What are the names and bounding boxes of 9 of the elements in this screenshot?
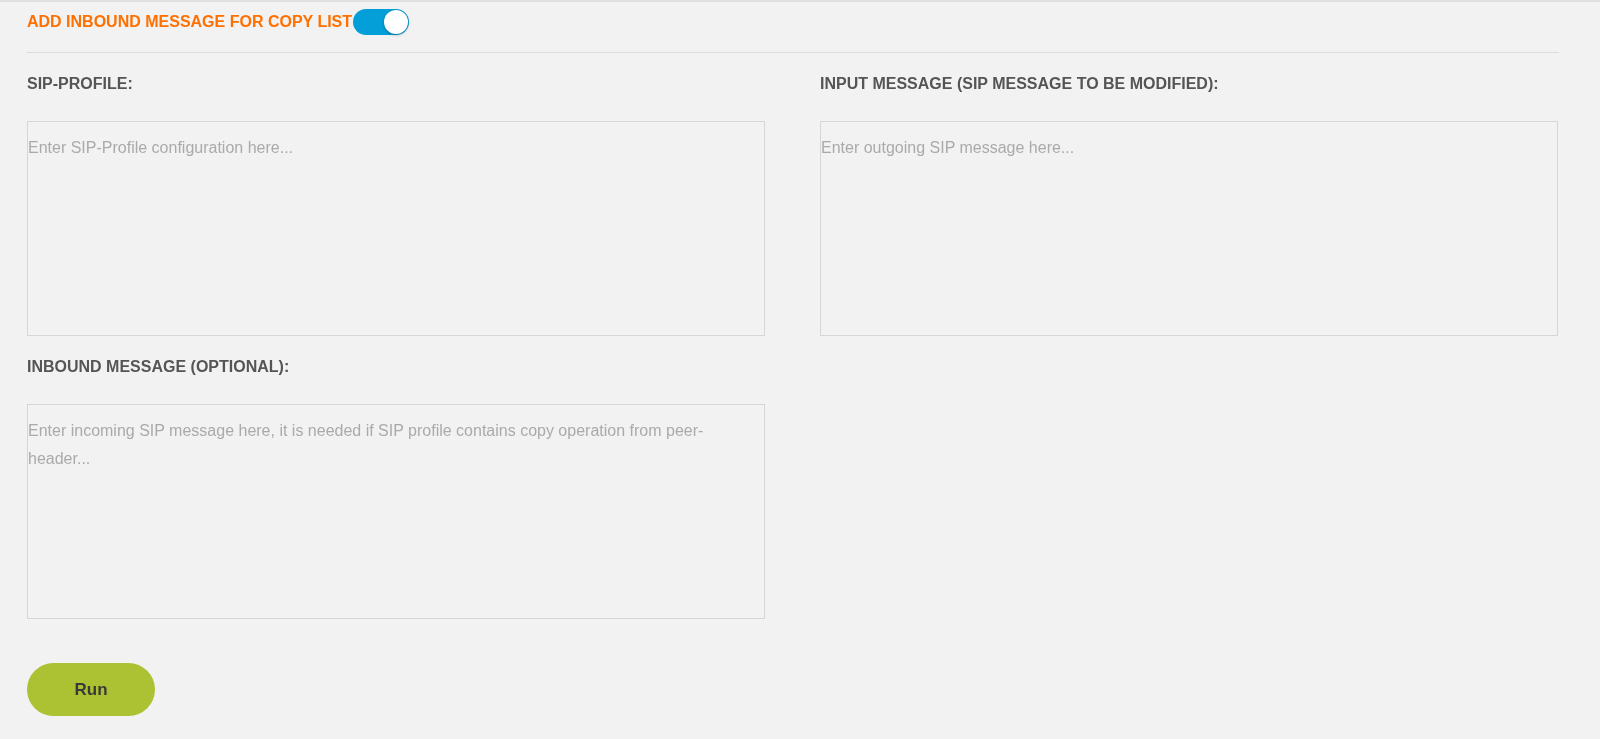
- input-field[interactable]: Enter SIP-Profile configuration here...: [27, 121, 765, 336]
- input-field[interactable]: Enter incoming SIP message here, it is needed if SIP profile contains copy operation from peer-header...: [27, 404, 765, 619]
- field-label: INPUT MESSAGE (SIP MESSAGE TO BE MODIFIED):: [820, 75, 1220, 93]
- input-field[interactable]: Enter outgoing SIP message here...: [820, 121, 1558, 336]
- toggle-switch[interactable]: [353, 9, 410, 35]
- run-button[interactable]: Run: [27, 663, 155, 716]
- field-label: SIP-PROFILE:: [27, 75, 134, 93]
- toggle-label: ADD INBOUND MESSAGE FOR COPY LIST: [27, 13, 353, 31]
- field-label: INBOUND MESSAGE (OPTIONAL):: [27, 358, 291, 376]
